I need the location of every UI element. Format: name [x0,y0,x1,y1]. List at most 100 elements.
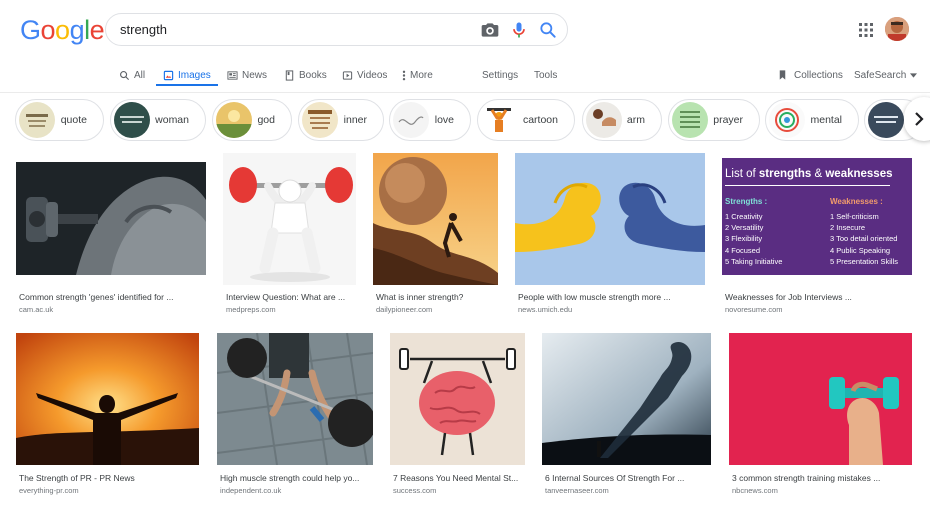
weakness-item: 3 Too detail oriented [830,234,898,244]
result-title[interactable]: Interview Question: What are ... [226,292,354,302]
active-tab-indicator [156,84,218,86]
result-image[interactable] [542,333,711,465]
chip-label: mental [810,114,842,126]
chip-thumbnail [481,102,517,138]
logo-letter: e [89,15,105,45]
camera-icon[interactable] [480,20,500,40]
weaknesses-list: 1 Self-criticism 2 Insecure 3 Too detail… [830,211,898,267]
result-source: success.com [393,486,437,495]
result-title[interactable]: 3 common strength training mistakes ... [732,473,910,483]
chevron-right-icon [915,112,924,126]
infographic-title-prefix: List of [725,168,759,180]
settings-link[interactable]: Settings [482,64,518,86]
chip-label: love [434,114,454,126]
chip-label: quote [60,114,87,126]
strength-item: 5 Taking Initiative [725,256,783,266]
tab-books[interactable]: Books [284,64,327,86]
chip-thumbnail [586,102,622,138]
result-source: nbcnews.com [732,486,778,495]
tools-link[interactable]: Tools [534,64,557,86]
chip-thumbnail [114,102,150,138]
collections-label: Collections [794,69,843,81]
tab-images[interactable]: Images [163,64,211,86]
result-source: everything-pr.com [19,486,79,495]
result-source: dailypioneer.com [376,305,433,314]
news-icon [227,70,238,80]
chip-arm[interactable]: arm [582,99,662,141]
tab-news[interactable]: News [227,64,267,86]
chip-label: god [257,114,275,126]
bookmark-icon [779,70,786,80]
infographic-title-amp: & [811,168,826,180]
chip-god[interactable]: god [212,99,292,141]
caret-down-icon [910,72,918,78]
avatar[interactable] [885,17,909,41]
result-title[interactable]: Weaknesses for Job Interviews ... [725,292,911,302]
result-image[interactable] [16,333,199,465]
result-image[interactable]: List of strengths & weaknesses Strengths… [722,158,912,275]
search-box[interactable]: strength [105,13,568,46]
safesearch-dropdown[interactable]: SafeSearch [854,64,918,86]
tools-label: Tools [534,69,558,81]
search-input[interactable]: strength [120,22,167,37]
strengths-list: 1 Creativity 2 Versatility 3 Flexibility… [725,211,782,267]
chip-cartoon[interactable]: cartoon [477,99,575,141]
apps-grid-icon[interactable] [858,22,874,38]
tab-videos[interactable]: Videos [342,64,387,86]
chip-label: inner [343,114,367,126]
result-image[interactable] [729,333,912,465]
book-icon [285,69,294,81]
result-title[interactable]: People with low muscle strength more ... [518,292,704,302]
result-image[interactable] [515,153,705,285]
strength-item: 4 Focused [725,245,761,255]
infographic-title-strengths: strengths [758,168,812,180]
image-icon [163,70,174,80]
result-source: independent.co.uk [220,486,282,495]
collections-link[interactable]: Collections [777,64,843,86]
weakness-item: 4 Public Speaking [830,245,891,255]
result-title[interactable]: The Strength of PR - PR News [19,473,199,483]
tab-label: More [410,69,433,81]
chip-quote[interactable]: quote [15,99,104,141]
logo-letter: o [55,15,70,45]
result-image[interactable] [373,153,498,285]
strength-item: 2 Versatility [725,223,764,233]
result-image[interactable] [217,333,373,465]
strengths-heading: Strengths : [725,197,768,206]
result-image[interactable] [16,162,206,275]
strength-item: 3 Flexibility [725,234,763,244]
safesearch-label: SafeSearch [854,69,907,81]
chip-mental[interactable]: mental [765,99,859,141]
result-title[interactable]: Common strength 'genes' identified for .… [19,292,205,302]
tab-label: Images [178,69,211,81]
result-image[interactable] [390,333,525,465]
chip-woman[interactable]: woman [110,99,206,141]
result-title[interactable]: 7 Reasons You Need Mental St... [393,473,523,483]
chip-thumbnail [868,102,904,138]
chip-thumbnail [393,102,429,138]
result-title[interactable]: High muscle strength could help yo... [220,473,370,483]
more-vert-icon [402,70,406,80]
result-source: news.umich.edu [518,305,573,314]
tab-label: Videos [357,69,388,81]
search-icon[interactable] [538,20,558,40]
tab-label: News [242,69,268,81]
chip-label: arm [626,114,645,126]
chip-love[interactable]: love [389,99,471,141]
result-title[interactable]: 6 Internal Sources Of Strength For ... [545,473,711,483]
chip-inner[interactable]: inner [298,99,384,141]
chip-thumbnail [19,102,55,138]
tab-more[interactable]: More [402,64,433,86]
result-title[interactable]: What is inner strength? [376,292,498,302]
google-logo[interactable]: Google [20,15,105,46]
settings-label: Settings [482,69,519,81]
tab-all[interactable]: All [119,64,145,86]
related-searches-bar: quote woman god inner love cartoon arm p… [0,92,930,148]
result-source: tanveernaseer.com [545,486,609,495]
chip-prayer[interactable]: prayer [668,99,760,141]
microphone-icon[interactable] [509,20,529,40]
search-icon [120,70,130,80]
result-image[interactable] [223,153,356,285]
chip-label: prayer [713,114,743,126]
weaknesses-heading: Weaknesses : [830,197,883,206]
